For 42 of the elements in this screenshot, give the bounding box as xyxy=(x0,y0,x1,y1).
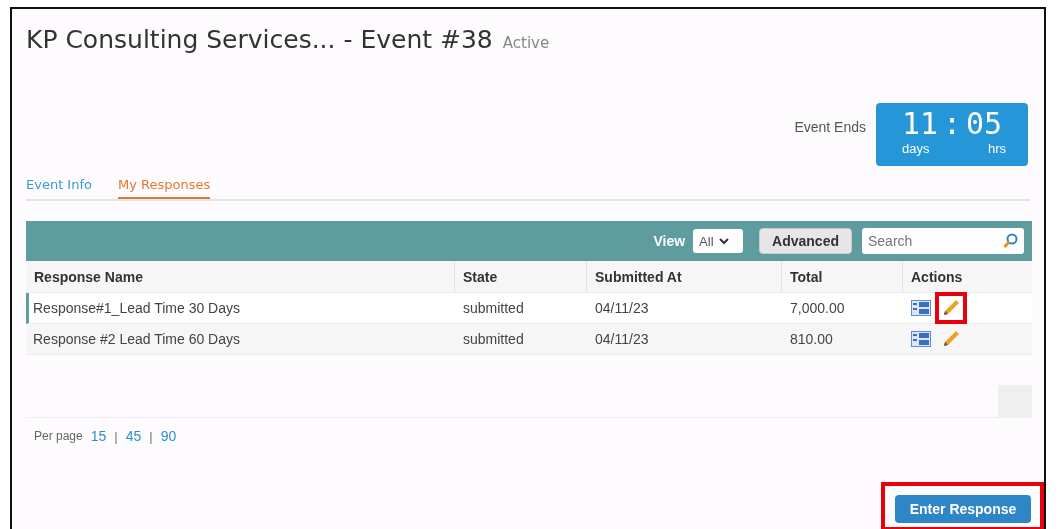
tab[interactable]: My Responses xyxy=(118,175,211,199)
table-cell-text: 04/11/23 xyxy=(594,300,650,316)
table-row[interactable]: Response #2 Lead Time 60 Days submitted 04/11/23 810.00 xyxy=(26,324,1032,355)
column-header: Response Name xyxy=(26,261,455,292)
per-page-label: Per page xyxy=(34,429,83,443)
table-cell-text: submitted xyxy=(462,331,525,347)
table-cell-text: 7,000.00 xyxy=(789,300,846,316)
column-header: Total xyxy=(782,261,903,292)
view-details-icon[interactable] xyxy=(911,300,931,316)
search-field[interactable]: Search xyxy=(862,228,1024,254)
page-size-link[interactable]: 15 xyxy=(90,428,107,444)
page-size-link[interactable]: 45 xyxy=(125,428,142,444)
table-cell-text: submitted xyxy=(462,300,525,316)
days-value: 11 xyxy=(902,107,939,141)
timer-label: Event Ends xyxy=(794,119,866,135)
separator: | xyxy=(114,428,118,444)
table-cell-text: Response #2 Lead Time 60 Days xyxy=(32,331,241,347)
separator: | xyxy=(149,428,153,444)
page-size-link[interactable]: 90 xyxy=(160,428,177,444)
chevron-icon xyxy=(718,237,729,245)
hours-value: 05 xyxy=(965,107,1002,141)
enter-response-button[interactable]: Enter Response xyxy=(895,495,1031,523)
view-dropdown[interactable]: All xyxy=(693,229,744,253)
pencil-icon[interactable] xyxy=(942,330,960,348)
table-row[interactable]: Response#1_Lead Time 30 Days submitted 04/11/23 7,000.00 xyxy=(26,293,1032,324)
table-cell-text: 04/11/23 xyxy=(594,331,650,347)
view-details-icon[interactable] xyxy=(911,331,931,347)
days-unit: days xyxy=(902,141,930,156)
search-icon xyxy=(1003,233,1018,249)
column-header: Actions xyxy=(910,267,964,287)
column-header: State xyxy=(455,261,587,292)
status-label: Active xyxy=(502,34,550,52)
view-label: View xyxy=(653,233,686,249)
timer-separator: : xyxy=(942,107,962,141)
table-cell-text: 810.00 xyxy=(789,331,834,347)
column-header: Submitted At xyxy=(587,261,782,292)
table-cell-text: Response#1_Lead Time 30 Days xyxy=(32,300,242,316)
tab[interactable]: Event Info xyxy=(26,175,92,199)
advanced-button[interactable]: Advanced xyxy=(759,228,852,254)
page-title: KP Consulting Services... - Event #38 xyxy=(26,25,493,54)
hours-unit: hrs xyxy=(987,141,1006,156)
pencil-icon[interactable] xyxy=(942,299,960,317)
